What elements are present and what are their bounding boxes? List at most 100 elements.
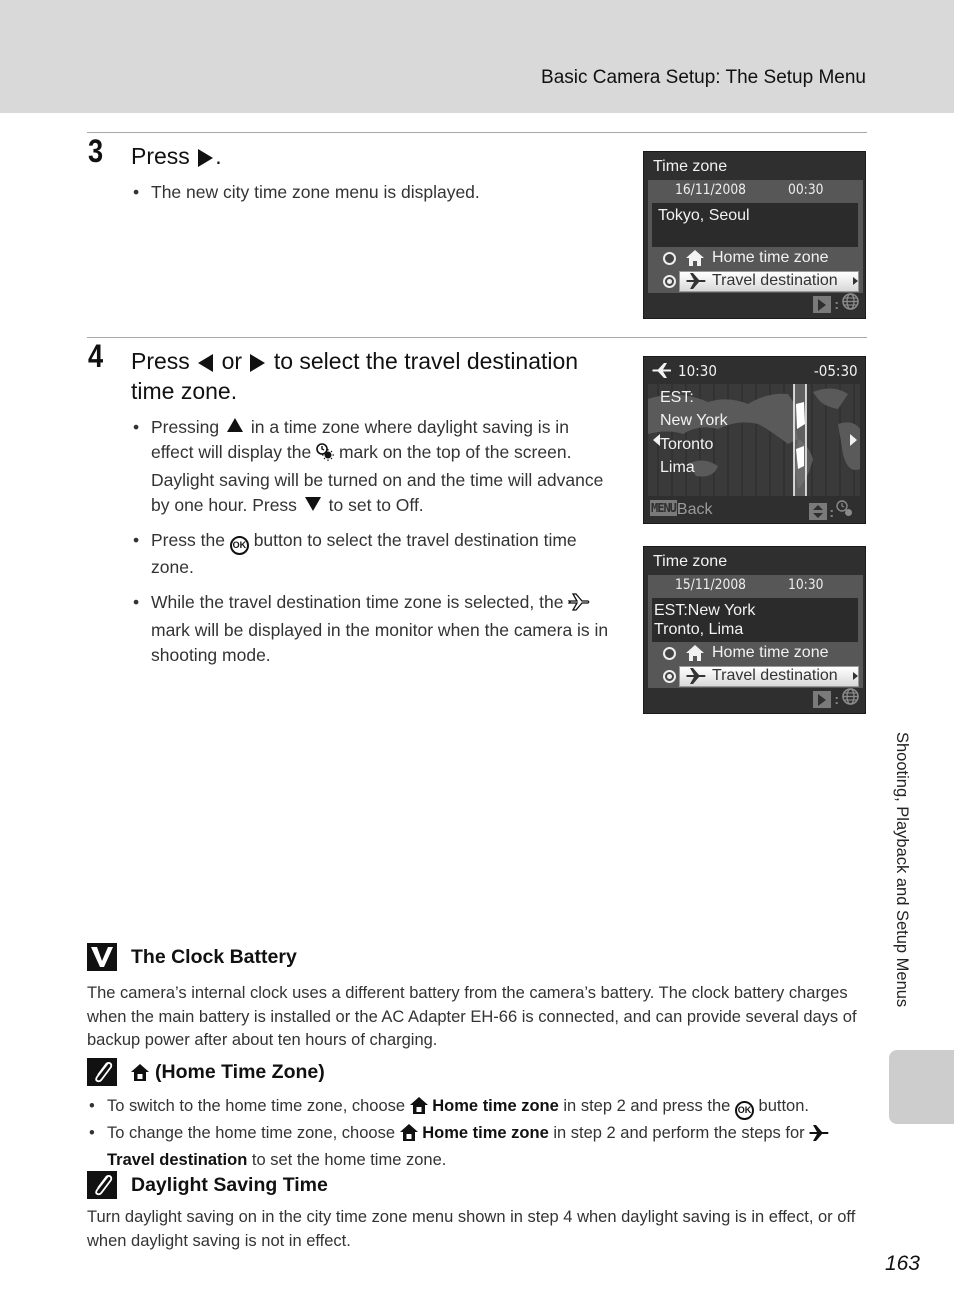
camera-screen-world-map: 10:30 -05:30 EST: New York Toronto Lima … (643, 356, 866, 524)
bold-term: Home time zone (432, 1097, 559, 1115)
screen-title: Time zone (653, 158, 728, 175)
option-home-time-zone[interactable]: Home time zone (648, 248, 863, 269)
separator: : (834, 691, 839, 707)
bullet-text: in step 2 and press the (563, 1097, 731, 1115)
note-body: Turn daylight saving on in the city time… (87, 1208, 856, 1250)
option-label: Travel destination (712, 272, 838, 289)
back-label: Back (676, 501, 713, 518)
city-item: Toronto (660, 435, 714, 453)
bullet-item: To change the home time zone, choose Hom… (87, 1121, 877, 1172)
option-home-time-zone[interactable]: Home time zone (648, 643, 863, 664)
ok-button-icon: OK (734, 1101, 754, 1120)
note-heading-home-time-zone: (Home Time Zone) (87, 1058, 325, 1086)
screen-city-box: EST:New York Tronto, Lima (652, 598, 858, 642)
up-down-key-icon (809, 503, 828, 520)
home-icon (686, 645, 704, 666)
travel-destination-mark-icon (567, 593, 590, 618)
option-label: Home time zone (712, 644, 829, 661)
radio-selected-icon (663, 670, 676, 683)
step-title: Press . (131, 141, 222, 171)
screen-date: 16/11/2008 (675, 182, 747, 198)
step-number: 3 (88, 133, 104, 169)
step-number: 4 (88, 338, 104, 374)
chapter-tab (889, 1050, 954, 1124)
note-title: Daylight Saving Time (131, 1173, 328, 1196)
scroll-right-arrow-icon[interactable] (850, 434, 857, 446)
paperclip-icon (87, 1171, 117, 1199)
daylight-key-hint: : (809, 500, 854, 523)
up-arrow-icon (226, 418, 243, 432)
divider (87, 132, 867, 133)
bullet-text: To change the home time zone, choose (107, 1124, 396, 1142)
section-title: Basic Camera Setup: The Setup Menu (541, 67, 866, 88)
note-heading-clock-battery: The Clock Battery (87, 943, 297, 971)
bullet-item: The new city time zone menu is displayed… (131, 180, 611, 205)
airplane-icon (652, 363, 671, 382)
camera-screen-time-zone-updated: Time zone 15/11/2008 10:30 EST:New York … (643, 546, 866, 714)
screen-title: Time zone (653, 553, 728, 570)
submenu-arrow-icon (853, 672, 858, 680)
screen-time: 10:30 (678, 362, 717, 380)
camera-screen-time-zone: Time zone 16/11/2008 00:30 Tokyo, Seoul … (643, 151, 866, 319)
bullet-item: To switch to the home time zone, choose … (87, 1094, 877, 1121)
left-arrow-icon (198, 353, 214, 372)
bold-term: Home time zone (422, 1124, 549, 1142)
daylight-saving-icon (836, 500, 854, 523)
header-band: Basic Camera Setup: The Setup Menu (0, 0, 954, 113)
scroll-left-arrow-icon[interactable] (653, 434, 660, 446)
separator: : (829, 503, 834, 520)
right-key-icon (813, 295, 832, 313)
screen-panel: 16/11/2008 00:30 Tokyo, Seoul Home time … (648, 180, 863, 293)
paperclip-icon (87, 1058, 117, 1086)
bullet-item: Press the OK button to select the travel… (131, 528, 611, 580)
option-travel-destination[interactable]: Travel destination (648, 666, 863, 687)
step-title-text: or (221, 348, 243, 374)
radio-selected-icon (663, 275, 676, 288)
note-title: The Clock Battery (131, 945, 297, 968)
right-arrow-icon (250, 353, 266, 372)
bullet-item: While the travel destination time zone i… (131, 590, 611, 668)
globe-icon (842, 293, 859, 315)
step-bullets: Pressing in a time zone where daylight s… (131, 415, 611, 678)
daylight-saving-icon (316, 443, 335, 468)
bullet-text: to set to Off. (328, 495, 424, 515)
screen-city-box: Tokyo, Seoul (652, 203, 858, 247)
city-item: EST: (660, 389, 694, 406)
home-icon (409, 1097, 428, 1121)
home-icon (399, 1124, 418, 1148)
globe-icon (842, 688, 859, 710)
step-title: Press or to select the travel destinatio… (131, 346, 611, 406)
right-arrow-icon (198, 148, 214, 167)
menu-key-icon: MENU (650, 500, 677, 516)
note-body: The camera’s internal clock uses a diffe… (87, 984, 857, 1049)
option-travel-destination[interactable]: Travel destination (648, 271, 863, 292)
bullet-text: Pressing (151, 417, 220, 437)
option-label: Home time zone (712, 249, 829, 266)
step-title-text: Press (131, 348, 190, 374)
bullet-text: While the travel destination time zone i… (151, 592, 564, 612)
note-title: (Home Time Zone) (155, 1060, 325, 1083)
city-line: EST:New York (654, 602, 756, 619)
step-bullets: The new city time zone menu is displayed… (131, 180, 611, 215)
city-list: EST: New York Toronto Lima (660, 386, 728, 479)
right-key-icon (813, 690, 832, 708)
city-line: Tronto, Lima (654, 621, 744, 638)
bullet-text: to set the home time zone. (251, 1151, 447, 1169)
airplane-icon (686, 273, 706, 294)
bold-term: Travel destination (107, 1151, 248, 1169)
ok-button-icon: OK (229, 536, 249, 555)
page-number: 163 (884, 1252, 920, 1275)
step-title-text: . (215, 143, 222, 169)
bullet-text: in step 2 and perform the steps for (553, 1124, 805, 1142)
home-icon (131, 1063, 149, 1081)
screen-panel: 15/11/2008 10:30 EST:New York Tronto, Li… (648, 575, 863, 688)
bullet-item: Pressing in a time zone where daylight s… (131, 415, 611, 518)
note-heading-daylight-saving: Daylight Saving Time (87, 1171, 328, 1199)
radio-icon (663, 647, 676, 660)
step-title-text: Press (131, 143, 190, 169)
screen-time: 00:30 (788, 182, 824, 198)
separator: : (834, 296, 839, 312)
city-line: Tokyo, Seoul (658, 207, 750, 224)
checkmark-icon (87, 943, 117, 971)
city-item: New York (660, 412, 728, 430)
